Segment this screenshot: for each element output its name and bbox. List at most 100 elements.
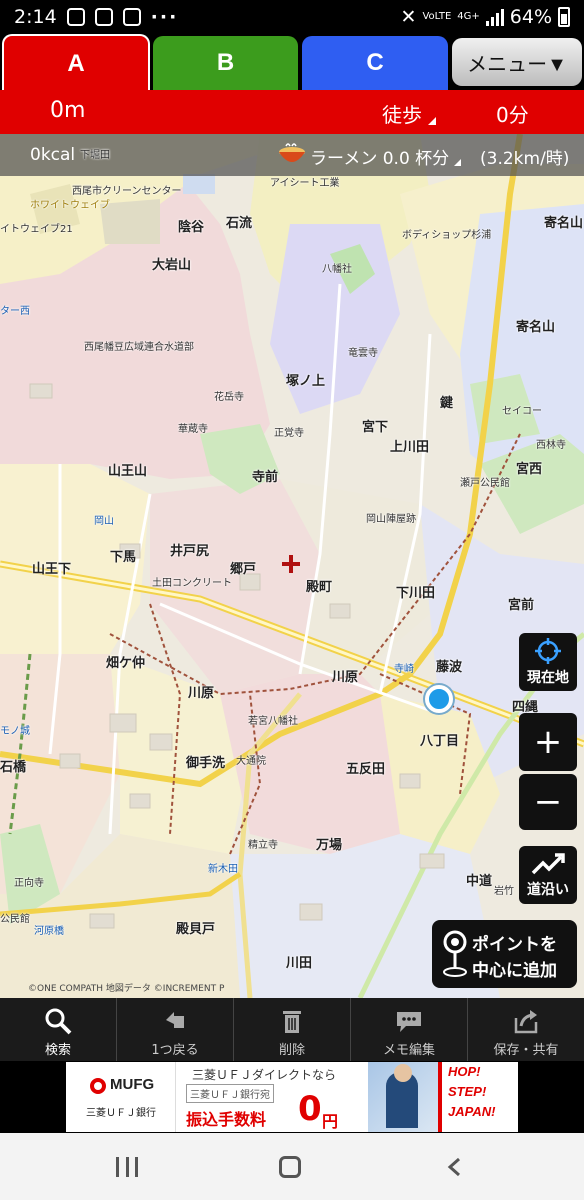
map-label-ishibashi: 石橋 bbox=[0, 760, 27, 775]
map-label-shimokawada: 下川田 bbox=[396, 586, 436, 601]
map-label-shimoma: 下馬 bbox=[110, 550, 137, 565]
travel-mode-dropdown[interactable]: 徒歩 bbox=[382, 99, 436, 128]
volte-label: VoLTE bbox=[422, 11, 452, 22]
ad-zero: 0 bbox=[298, 1089, 322, 1129]
ad-container: MUFG 三菱ＵＦＪ銀行 三菱ＵＦＪダイレクトなら 三菱ＵＦＪ銀行宛 振込手数料… bbox=[0, 1061, 584, 1133]
ad-line-3: 振込手数料 bbox=[186, 1110, 267, 1129]
map-label-okayama-jinya: 岡山陣屋跡 bbox=[366, 514, 416, 525]
map-label-tsukanoue: 塚ノ上 bbox=[286, 374, 326, 389]
battery-icon bbox=[558, 7, 570, 27]
map-label-idojiri: 井戸尻 bbox=[170, 544, 210, 559]
map-label-tsuchida-concrete: 土田コンクリート bbox=[152, 578, 232, 589]
map-label-miyanishi: 宮西 bbox=[516, 462, 543, 477]
shield-icon bbox=[94, 8, 113, 26]
tab-c[interactable]: C bbox=[302, 36, 448, 90]
ad-japan: JAPAN! bbox=[448, 1104, 496, 1119]
tab-b[interactable]: B bbox=[153, 36, 298, 90]
memo-edit-button[interactable]: メモ編集 bbox=[351, 998, 468, 1061]
zoom-out-button[interactable]: − bbox=[519, 774, 577, 830]
zoom-in-button[interactable]: + bbox=[519, 713, 577, 771]
map-label-kawahara-1: 川原 bbox=[188, 686, 215, 701]
ad-line-2: 三菱ＵＦＪ銀行宛 bbox=[186, 1084, 274, 1103]
memo-icon bbox=[397, 1012, 421, 1032]
ramen-bowl-icon bbox=[279, 143, 305, 162]
network-type: 4G+ bbox=[457, 11, 480, 22]
add-point-label-1: ポイントを bbox=[472, 935, 557, 955]
map-label-shokakuji: 正覚寺 bbox=[274, 428, 304, 439]
map-label-ishiryu: 石流 bbox=[226, 216, 253, 231]
calorie-value: 0kcal bbox=[30, 145, 76, 165]
route-tabs: A B C メニュー▼ bbox=[0, 34, 584, 92]
add-point-label-2: 中心に追加 bbox=[472, 961, 557, 981]
map-label-kawada: 川田 bbox=[286, 956, 313, 971]
ad-photo bbox=[368, 1062, 438, 1132]
trash-icon bbox=[283, 1011, 301, 1033]
food-equivalent-dropdown[interactable]: ラーメン 0.0 杯分 bbox=[310, 144, 462, 169]
crosshair-icon bbox=[535, 638, 561, 664]
map-label-iseito: アイシート工業 bbox=[270, 178, 340, 189]
map-label-wakamiya-yahata: 若宮八幡社 bbox=[248, 716, 298, 727]
map-label-teramae: 寺前 bbox=[252, 470, 279, 485]
map-label-gouto: 郷戸 bbox=[230, 562, 257, 577]
map-label-water-union: 西尾幡豆広域連合水道部 bbox=[84, 342, 194, 353]
map-label-monojo: モノ城 bbox=[0, 726, 30, 737]
back-button[interactable] bbox=[446, 1157, 462, 1177]
ad-yen: 円 bbox=[322, 1112, 339, 1131]
map-label-kawahara-2: 川原 bbox=[332, 670, 359, 685]
ad-banner[interactable]: MUFG 三菱ＵＦＪ銀行 三菱ＵＦＪダイレクトなら 三菱ＵＦＪ銀行宛 振込手数料… bbox=[66, 1062, 518, 1132]
along-road-label: 道沿い bbox=[527, 882, 569, 898]
map-label-seiritsuji: 精立寺 bbox=[248, 840, 278, 851]
ad-bank-name: 三菱ＵＦＪ銀行 bbox=[86, 1108, 156, 1119]
map-label-hatakenaka: 畑ケ仲 bbox=[106, 656, 146, 671]
map-label-iwatake: 岩竹 bbox=[494, 886, 514, 897]
bottom-toolbar: 検索 1つ戻る 削除 メモ編集 保存・共有 bbox=[0, 998, 584, 1061]
map-label-nishibayashi: 西林寺 bbox=[536, 440, 566, 451]
ad-slogan: HOP! STEP! JAPAN! bbox=[438, 1062, 518, 1132]
map-label-hacchoume: 八丁目 bbox=[420, 734, 460, 749]
trend-arrow-icon bbox=[531, 853, 565, 875]
recent-apps-button[interactable] bbox=[116, 1157, 138, 1177]
map-label-terasaki: 寺崎 bbox=[394, 664, 414, 675]
system-nav-bar bbox=[0, 1133, 584, 1200]
map-label-body-shop: ボディショップ杉浦 bbox=[402, 230, 492, 241]
search-label: 検索 bbox=[44, 1043, 71, 1058]
undo-button[interactable]: 1つ戻る bbox=[117, 998, 234, 1061]
tab-a[interactable]: A bbox=[2, 34, 150, 92]
map-pin-icon bbox=[443, 930, 467, 977]
home-button[interactable] bbox=[279, 1156, 301, 1178]
save-share-label: 保存・共有 bbox=[493, 1043, 559, 1058]
map-label-miyashita: 宮下 bbox=[362, 420, 389, 435]
route-info-bar: 0m 徒歩 0分 bbox=[0, 90, 584, 134]
delete-label: 削除 bbox=[278, 1043, 305, 1058]
status-time: 2:14 bbox=[14, 6, 57, 28]
map-label-yahata-shrine: 八幡社 bbox=[322, 264, 352, 275]
status-bar: 2:14 ··· ✕ VoLTE 4G+ 64% bbox=[0, 0, 584, 34]
add-point-button[interactable]: ポイントを 中心に追加 bbox=[432, 920, 577, 988]
current-location-button[interactable]: 現在地 bbox=[519, 633, 577, 691]
route-distance: 0m bbox=[50, 98, 86, 123]
search-button[interactable]: 検索 bbox=[0, 998, 117, 1061]
search-icon bbox=[45, 1008, 72, 1035]
along-road-button[interactable]: 道沿い bbox=[519, 846, 577, 904]
delete-button[interactable]: 削除 bbox=[234, 998, 351, 1061]
map-label-oiwayama: 大岩山 bbox=[152, 258, 192, 273]
route-duration: 0分 bbox=[496, 103, 529, 127]
map-label-sanouyama: 山王山 bbox=[108, 464, 148, 479]
map-copyright: ©ONE COMPATH 地図データ ©INCREMENT P bbox=[28, 984, 225, 994]
app-icon bbox=[122, 8, 141, 26]
map-label-ryouunji: 竜雲寺 bbox=[348, 348, 378, 359]
map-view[interactable]: 0kcal ラーメン 0.0 杯分 (3.2km/時) 下堀田 西尾市クリーンセ… bbox=[0, 134, 584, 998]
map-label-daitsuin: 大通院 bbox=[236, 756, 266, 767]
map-label-seiko: セイコー bbox=[502, 406, 542, 417]
map-label-miyamae: 宮前 bbox=[508, 598, 535, 613]
map-label-tonomachi: 殿町 bbox=[306, 580, 333, 595]
save-share-button[interactable]: 保存・共有 bbox=[468, 998, 584, 1061]
mute-icon: ✕ bbox=[400, 6, 417, 28]
map-label-intago: 陰谷 bbox=[178, 220, 205, 235]
current-location-marker bbox=[425, 685, 453, 713]
map-label-white-wave: ホワイトウェイブ bbox=[30, 200, 110, 211]
undo-label: 1つ戻る bbox=[151, 1043, 199, 1058]
map-label-nakadori: 中道 bbox=[466, 874, 493, 889]
ad-step: STEP! bbox=[448, 1084, 487, 1099]
menu-button[interactable]: メニュー▼ bbox=[452, 38, 582, 86]
